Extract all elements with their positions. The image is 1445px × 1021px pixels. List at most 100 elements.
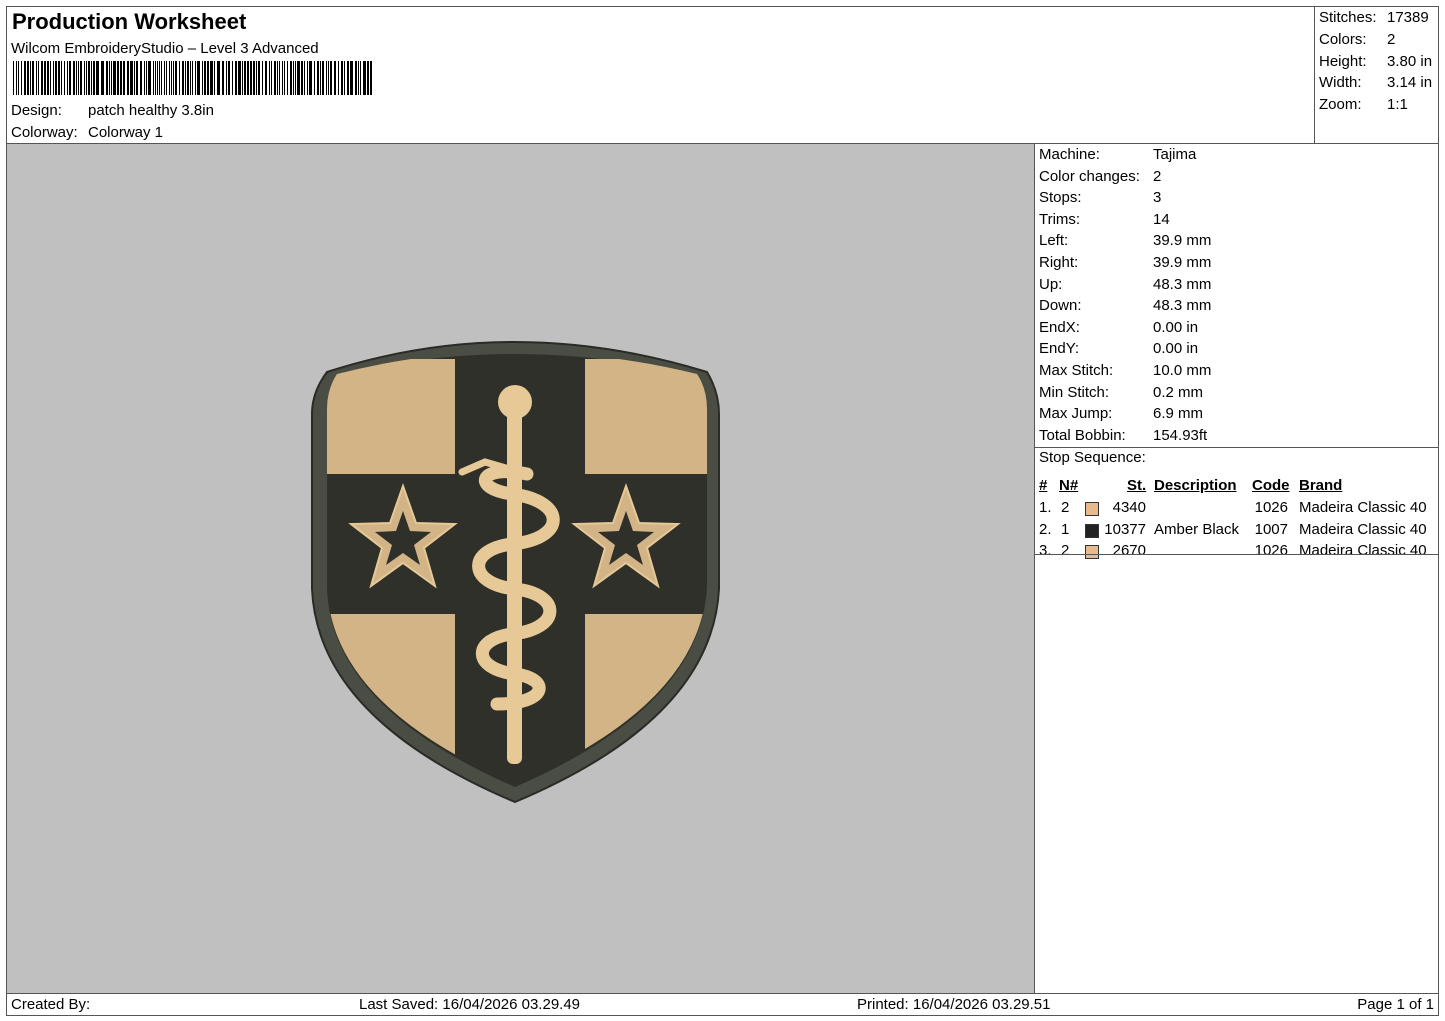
barcode-bar <box>344 61 345 95</box>
created-by: Created By: <box>11 996 91 1013</box>
barcode-bar <box>123 61 125 95</box>
barcode-bar <box>287 61 288 95</box>
machine-row: Left: 39.9 mm <box>1039 230 1211 251</box>
barcode-bar <box>190 61 191 95</box>
barcode-bar <box>242 61 243 95</box>
software-name: Wilcom EmbroideryStudio – Level 3 Advanc… <box>11 40 319 57</box>
barcode-bar <box>146 61 147 95</box>
page-number: Page 1 of 1 <box>1357 996 1434 1013</box>
barcode-bar <box>274 61 276 95</box>
barcode-bar <box>106 61 108 95</box>
barcode-bar <box>195 61 196 95</box>
barcode-bar <box>148 61 151 95</box>
last-saved: Last Saved: 16/04/2026 03.29.49 <box>359 996 581 1013</box>
sequence-cell-code: 1026 <box>1254 499 1288 516</box>
barcode-bar <box>76 61 77 95</box>
barcode-bar <box>55 61 57 95</box>
barcode-bar <box>250 61 252 95</box>
stop-sequence-title: Stop Sequence: <box>1039 449 1146 466</box>
barcode-bar <box>214 61 215 95</box>
barcode-bar <box>153 61 154 95</box>
barcode-bar <box>226 61 227 95</box>
barcode-bar <box>282 61 283 95</box>
barcode-bar <box>144 61 145 95</box>
barcode-bar <box>64 61 65 95</box>
barcode-bar <box>166 61 167 95</box>
machine-row: Max Stitch: 10.0 mm <box>1039 360 1211 381</box>
stat-width: Width: 3.14 in <box>1319 74 1433 91</box>
barcode-bar <box>130 61 133 95</box>
machine-label: Trims: <box>1039 210 1081 228</box>
machine-label: Up: <box>1039 275 1063 293</box>
machine-value: 39.9 mm <box>1153 232 1212 250</box>
barcode-bar <box>16 61 17 95</box>
barcode-bar <box>187 61 189 95</box>
col-header-num: # <box>1039 477 1048 494</box>
barcode-bar <box>93 61 95 95</box>
machine-row: Color changes: 2 <box>1039 166 1161 187</box>
barcode-bar <box>304 61 305 95</box>
barcode-bar <box>157 61 158 95</box>
machine-label: EndX: <box>1039 318 1080 336</box>
barcode-bar <box>322 61 324 95</box>
barcode-bar <box>363 61 366 95</box>
col-header-needle: N# <box>1059 477 1079 494</box>
barcode-bar <box>314 61 315 95</box>
barcode-bar <box>101 61 104 95</box>
machine-value: 48.3 mm <box>1153 275 1212 293</box>
barcode-bar <box>169 61 170 95</box>
barcode-bar <box>117 61 119 95</box>
barcode-bar <box>136 61 138 95</box>
barcode-bar <box>326 61 327 95</box>
barcode-bar <box>159 61 160 95</box>
barcode-bar <box>309 61 312 95</box>
sequence-cell-stitches: 4340 <box>1112 499 1146 516</box>
design-preview <box>6 143 1035 994</box>
barcode-bar <box>370 61 372 95</box>
machine-label: Max Jump: <box>1039 405 1113 423</box>
machine-row: Up: 48.3 mm <box>1039 274 1211 295</box>
machine-value: 39.9 mm <box>1153 254 1212 271</box>
col-header-code: Code <box>1252 477 1290 494</box>
machine-row: Total Bobbin: 154.93ft <box>1039 425 1207 446</box>
machine-value: 3 <box>1153 189 1162 207</box>
barcode-bar <box>32 61 34 95</box>
machine-row: Machine: Tajima <box>1039 144 1196 165</box>
machine-value: 0.00 in <box>1153 340 1199 358</box>
machine-value: 0.2 mm <box>1153 383 1204 401</box>
sequence-cell-stitches: 2670 <box>1112 542 1146 559</box>
barcode-bar <box>355 61 357 95</box>
tan-quadrant-top-right <box>585 359 707 474</box>
barcode-bar <box>73 61 75 95</box>
barcode-bar <box>238 61 241 95</box>
barcode-bar <box>127 61 129 95</box>
barcode-bar <box>80 61 82 95</box>
barcode-bar <box>78 61 79 95</box>
barcode-bar <box>256 61 257 95</box>
colorway-name: Colorway 1 <box>88 124 164 141</box>
barcode-bar <box>290 61 292 95</box>
barcode-bar <box>271 61 272 95</box>
machine-value: 48.3 mm <box>1153 297 1212 315</box>
barcode-bar <box>293 61 294 95</box>
sequence-cell-needle: 1 <box>1061 520 1070 538</box>
thread-color-swatch <box>1085 545 1099 559</box>
barcode-bar <box>91 61 92 95</box>
thread-color-swatch <box>1085 523 1099 538</box>
barcode-bar <box>38 61 39 95</box>
barcode-bar <box>350 61 353 95</box>
col-header-description: Description <box>1154 477 1237 494</box>
barcode-bar <box>297 61 300 95</box>
machine-value: 2 <box>1153 167 1162 185</box>
machine-label: Left: <box>1039 232 1069 250</box>
barcode-bar <box>182 61 184 95</box>
barcode-bar <box>134 61 135 95</box>
barcode-bar <box>185 61 186 95</box>
sequence-cell-num: 2. <box>1039 520 1052 538</box>
barcode-bar <box>30 61 31 95</box>
machine-label: Stops: <box>1039 189 1082 207</box>
stat-colors: Colors: 2 <box>1319 31 1396 48</box>
barcode-bar <box>197 61 200 95</box>
machine-label: Color changes: <box>1039 167 1140 185</box>
barcode-bar <box>50 61 51 95</box>
